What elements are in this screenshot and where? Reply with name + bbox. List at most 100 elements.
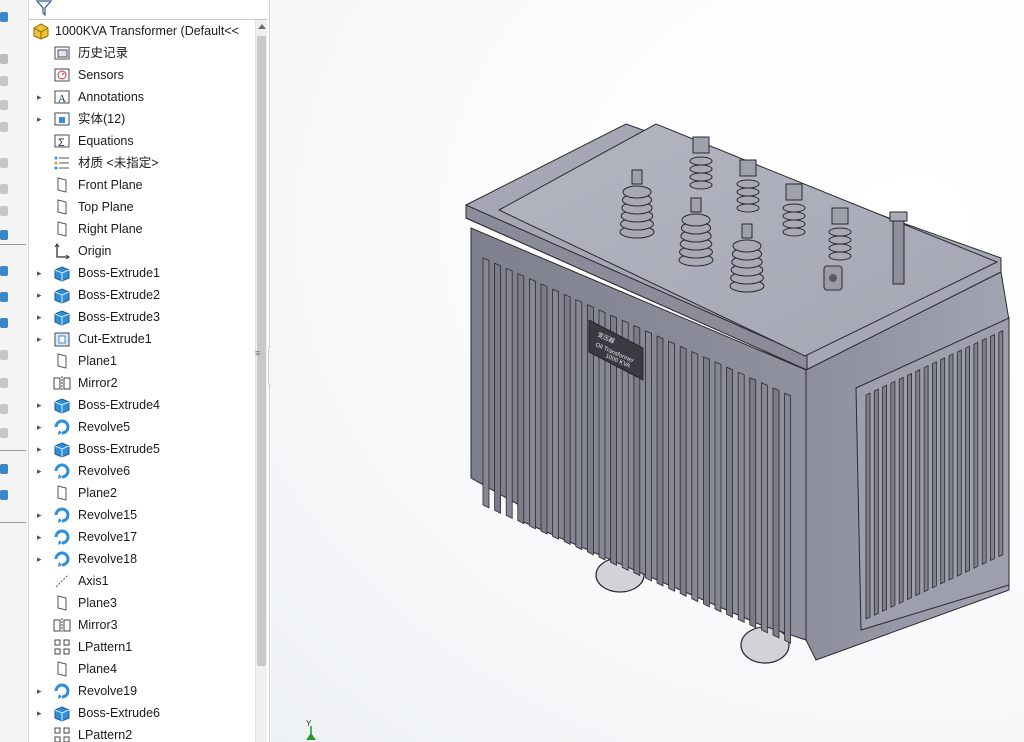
chamfer-tool-icon[interactable]	[0, 378, 8, 388]
expand-arrow-icon[interactable]: ▸	[37, 444, 45, 454]
tree-item[interactable]: Sensors	[29, 64, 255, 86]
revolve-tool-icon[interactable]	[0, 292, 8, 302]
expand-arrow-icon[interactable]: ▸	[37, 114, 45, 124]
tree-item[interactable]: Axis1	[29, 570, 255, 592]
tree-item-label: Sensors	[78, 68, 124, 82]
tree-item[interactable]: ▸ Boss-Extrude4	[29, 394, 255, 416]
boss-extrude-icon	[53, 286, 71, 304]
tree-item-label: Right Plane	[78, 222, 143, 236]
command-strip	[0, 0, 29, 742]
tree-item[interactable]: ▸ Revolve18	[29, 548, 255, 570]
tree-item[interactable]: ▸ Revolve19	[29, 680, 255, 702]
expand-arrow-icon[interactable]: ▸	[37, 290, 45, 300]
boss-extrude-icon	[53, 704, 71, 722]
tree-item[interactable]: Top Plane	[29, 196, 255, 218]
tree-item[interactable]: ▸ Revolve15	[29, 504, 255, 526]
tree-item-label: Front Plane	[78, 178, 143, 192]
cooling-fin	[760, 382, 768, 634]
tree-item[interactable]: ▸ Boss-Extrude2	[29, 284, 255, 306]
material-icon	[53, 154, 71, 172]
tree-item[interactable]: Plane4	[29, 658, 255, 680]
expand-arrow-icon[interactable]: ▸	[37, 510, 45, 520]
cooling-fin	[907, 372, 912, 601]
tree-item-label: Plane4	[78, 662, 117, 676]
extrude-tool-icon[interactable]	[0, 266, 8, 276]
tree-item[interactable]: Front Plane	[29, 174, 255, 196]
tree-item[interactable]: ▸ Revolve5	[29, 416, 255, 438]
tree-root-part[interactable]: 1000KVA Transformer (Default<<	[29, 20, 255, 42]
tree-scrollbar[interactable]	[255, 20, 267, 742]
arc-tool-icon[interactable]	[0, 122, 8, 132]
tree-item[interactable]: Plane2	[29, 482, 255, 504]
expand-arrow-icon[interactable]: ▸	[37, 708, 45, 718]
expand-arrow-icon[interactable]: ▸	[37, 334, 45, 344]
tree-item[interactable]: ▸ Boss-Extrude6	[29, 702, 255, 724]
splitter-grip-icon[interactable]: ≡	[255, 348, 260, 358]
rectangle-tool-icon[interactable]	[0, 76, 8, 86]
revolve-icon	[53, 528, 71, 546]
tree-item[interactable]: Plane3	[29, 592, 255, 614]
shell-tool-icon[interactable]	[0, 404, 8, 414]
tree-item[interactable]: 历史记录	[29, 42, 255, 64]
tree-item[interactable]: Plane1	[29, 350, 255, 372]
trim-tool-icon[interactable]	[0, 184, 8, 194]
mirror-tool-icon[interactable]	[0, 230, 8, 240]
cooling-fin	[691, 351, 699, 603]
spline-tool-icon[interactable]	[0, 158, 8, 168]
tree-item[interactable]: Right Plane	[29, 218, 255, 240]
tree-item[interactable]: Origin	[29, 240, 255, 262]
tree-item[interactable]: ▸ Revolve17	[29, 526, 255, 548]
cooling-fin	[656, 335, 664, 587]
plane-icon	[53, 660, 71, 678]
plane-icon	[53, 198, 71, 216]
tree-item[interactable]: Mirror3	[29, 614, 255, 636]
expand-arrow-icon[interactable]: ▸	[37, 400, 45, 410]
rib-tool-icon[interactable]	[0, 428, 8, 438]
tree-item[interactable]: 材质 <未指定>	[29, 152, 255, 174]
pattern-tool-icon[interactable]	[0, 464, 8, 474]
cooling-fin	[714, 361, 722, 613]
tree-item[interactable]: ▸ Revolve6	[29, 460, 255, 482]
filter-icon[interactable]	[35, 0, 53, 18]
expand-arrow-icon[interactable]: ▸	[37, 686, 45, 696]
fillet-tool-icon[interactable]	[0, 350, 8, 360]
svg-text:A: A	[58, 93, 66, 105]
circle-tool-icon[interactable]	[0, 100, 8, 110]
cooling-fin	[668, 340, 676, 592]
tree-item[interactable]: LPattern2	[29, 724, 255, 742]
expand-arrow-icon[interactable]: ▸	[37, 422, 45, 432]
line-tool-icon[interactable]	[0, 54, 8, 64]
offset-tool-icon[interactable]	[0, 206, 8, 216]
scroll-up-arrow[interactable]	[258, 24, 266, 29]
sensors-icon	[53, 66, 71, 84]
tree-item[interactable]: ▸ Boss-Extrude5	[29, 438, 255, 460]
solid-bodies-folder-icon	[53, 110, 71, 128]
tree-item[interactable]: ▸ Cut-Extrude1	[29, 328, 255, 350]
tree-item-label: Revolve5	[78, 420, 131, 434]
expand-arrow-icon[interactable]: ▸	[37, 92, 45, 102]
expand-arrow-icon[interactable]: ▸	[37, 466, 45, 476]
expand-arrow-icon[interactable]: ▸	[37, 532, 45, 542]
svg-text:Σ: Σ	[58, 137, 65, 149]
assembly-tool-icon[interactable]	[0, 490, 8, 500]
expand-arrow-icon[interactable]: ▸	[37, 554, 45, 564]
tree-item[interactable]: ▸ A Annotations	[29, 86, 255, 108]
plane-icon	[53, 352, 71, 370]
tree-item[interactable]: Mirror2	[29, 372, 255, 394]
origin-icon	[53, 242, 71, 260]
axis-icon	[53, 572, 71, 590]
tree-item[interactable]: ▸ 实体(12)	[29, 108, 255, 130]
transformer-3d-model[interactable]: 变压器 Oil Transformer 1000 KVA	[271, 0, 1024, 742]
tree-item[interactable]: ▸ Boss-Extrude1	[29, 262, 255, 284]
sweep-tool-icon[interactable]	[0, 318, 8, 328]
expand-arrow-icon[interactable]: ▸	[37, 312, 45, 322]
graphics-viewport[interactable]: 变压器 Oil Transformer 1000 KVA Y	[271, 0, 1024, 742]
expand-arrow-icon[interactable]: ▸	[37, 268, 45, 278]
triad-y-label: Y	[306, 719, 312, 728]
tree-item[interactable]: ▸ Boss-Extrude3	[29, 306, 255, 328]
tree-item[interactable]: Σ Equations	[29, 130, 255, 152]
revolve-icon	[53, 550, 71, 568]
tree-item-label: Boss-Extrude6	[78, 706, 160, 720]
sketch-tool-icon[interactable]	[0, 12, 8, 22]
tree-item[interactable]: LPattern1	[29, 636, 255, 658]
